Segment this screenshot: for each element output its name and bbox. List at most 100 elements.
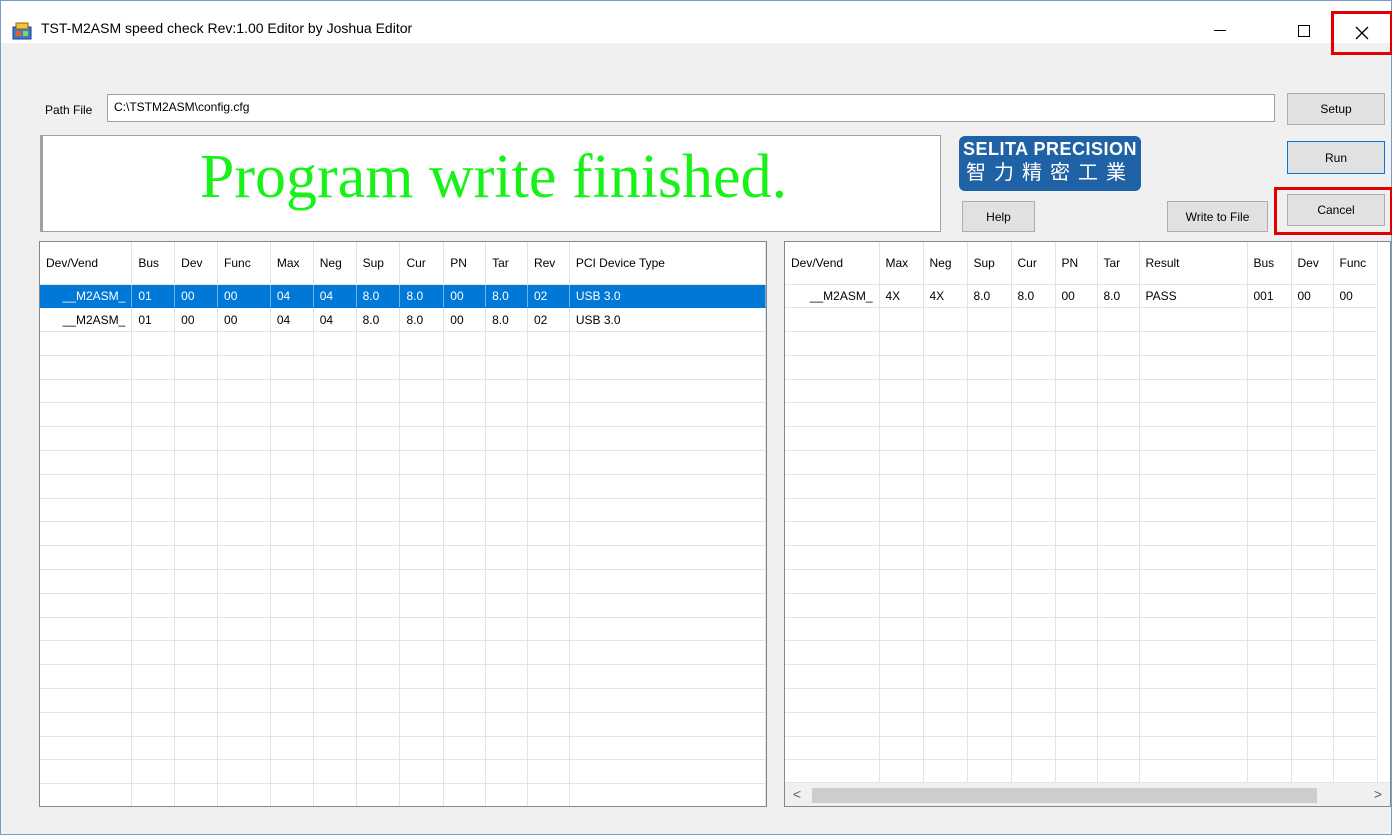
column-header[interactable]: Sup (967, 242, 1012, 285)
table-cell (174, 759, 219, 785)
table-cell (1247, 640, 1292, 666)
table-cell (1055, 521, 1098, 547)
scroll-right-arrow-icon[interactable]: > (1368, 786, 1388, 804)
column-header[interactable]: Neg (923, 242, 968, 285)
close-icon (1355, 26, 1369, 40)
table-cell: 04 (313, 284, 357, 309)
table-cell (131, 712, 176, 737)
result-grid[interactable]: Dev/Vend Max Neg Sup Cur PN Tar Result Bus Dev Fun… (785, 242, 1378, 785)
column-header[interactable]: Tar (1097, 242, 1140, 285)
column-header[interactable]: Bus (1247, 242, 1292, 285)
title-bar: TST-M2ASM speed check Rev:1.00 Editor by… (1, 1, 1392, 55)
setup-button[interactable]: Setup (1287, 93, 1385, 125)
empty-row (40, 569, 766, 594)
table-cell: 02 (527, 284, 570, 309)
table-cell (1247, 426, 1292, 452)
empty-row (785, 759, 1378, 785)
scrollbar-thumb[interactable] (812, 788, 1317, 803)
table-cell (1291, 688, 1334, 713)
table-cell: 8.0 (967, 284, 1012, 309)
table-cell (40, 402, 133, 428)
table-cell (313, 426, 357, 452)
column-header[interactable]: Dev (174, 242, 219, 285)
table-cell (356, 569, 401, 594)
scroll-left-arrow-icon[interactable]: < (787, 786, 807, 804)
table-cell (443, 759, 487, 785)
column-header[interactable]: Cur (1011, 242, 1056, 285)
table-cell (443, 450, 487, 475)
table-cell (1291, 593, 1334, 618)
maximize-icon (1298, 25, 1310, 37)
device-list-grid[interactable]: Dev/Vend Bus Dev Func Max Neg Sup Cur PN Tar Rev PC… (40, 242, 766, 806)
column-header[interactable]: Max (270, 242, 314, 285)
column-header[interactable]: Dev/Vend (785, 242, 880, 285)
table-cell (1097, 545, 1140, 571)
table-cell (967, 759, 1012, 785)
table-cell (217, 426, 271, 452)
table-cell (40, 331, 133, 356)
table-cell (1291, 712, 1334, 737)
table-cell (1247, 474, 1292, 499)
table-cell (785, 379, 880, 404)
cancel-button[interactable]: Cancel (1287, 194, 1385, 226)
table-row[interactable]: __M2ASM_ 01 00 00 04 04 8.0 8.0 00 8.0 02 USB 3.0 (40, 284, 766, 309)
empty-row (40, 736, 766, 761)
help-button[interactable]: Help (962, 201, 1035, 232)
write-to-file-button[interactable]: Write to File (1167, 201, 1268, 232)
table-cell (443, 331, 487, 356)
table-cell (443, 521, 487, 547)
table-cell (356, 664, 401, 690)
table-cell (1097, 426, 1140, 452)
table-cell (1055, 664, 1098, 690)
table-cell (1097, 474, 1140, 499)
table-cell (527, 545, 570, 571)
column-header[interactable]: Dev (1291, 242, 1334, 285)
horizontal-scrollbar[interactable]: < > (785, 782, 1390, 806)
table-cell (1097, 379, 1140, 404)
run-button[interactable]: Run (1287, 141, 1385, 174)
table-row[interactable]: __M2ASM_ 01 00 00 04 04 8.0 8.0 00 8.0 02 USB 3.0 (40, 307, 766, 333)
table-cell (356, 450, 401, 475)
table-cell (40, 379, 133, 404)
column-header[interactable]: Dev/Vend (40, 242, 133, 285)
device-list-table[interactable]: Dev/Vend Bus Dev Func Max Neg Sup Cur PN Tar Rev PC… (39, 241, 767, 807)
table-cell (1291, 569, 1334, 594)
column-header[interactable]: Tar (485, 242, 528, 285)
result-table[interactable]: Dev/Vend Max Neg Sup Cur PN Tar Result Bus Dev Fun… (784, 241, 1391, 807)
table-cell (356, 617, 401, 642)
column-header[interactable]: Func (1333, 242, 1378, 285)
column-header[interactable]: Bus (131, 242, 176, 285)
column-header[interactable]: Max (879, 242, 924, 285)
table-row[interactable]: __M2ASM_ 4X 4X 8.0 8.0 00 8.0 PASS 001 00 00 (785, 284, 1378, 309)
table-cell (1055, 545, 1098, 571)
empty-row (40, 355, 766, 380)
table-cell (527, 736, 570, 761)
minimize-button[interactable] (1197, 13, 1243, 49)
table-cell (967, 736, 1012, 761)
column-header[interactable]: PN (443, 242, 487, 285)
close-button[interactable] (1331, 11, 1392, 55)
column-header[interactable]: Rev (527, 242, 570, 285)
table-cell (270, 545, 314, 571)
table-cell (356, 545, 401, 571)
table-cell (1139, 593, 1248, 618)
column-header[interactable]: Cur (399, 242, 445, 285)
table-cell (174, 498, 219, 523)
table-cell (1247, 688, 1292, 713)
table-cell (1055, 307, 1098, 333)
column-header[interactable]: Func (217, 242, 271, 285)
column-header[interactable]: Result (1139, 242, 1248, 285)
column-header[interactable]: Neg (313, 242, 357, 285)
path-file-input[interactable]: C:\TSTM2ASM\config.cfg (107, 94, 1275, 122)
maximize-button[interactable] (1281, 13, 1327, 49)
column-header[interactable]: PN (1055, 242, 1098, 285)
table-cell (569, 569, 766, 594)
table-cell (356, 688, 401, 713)
table-cell (399, 664, 445, 690)
table-cell (1055, 640, 1098, 666)
table-cell (879, 736, 924, 761)
table-cell (270, 664, 314, 690)
column-header[interactable]: PCI Device Type (569, 242, 766, 285)
column-header[interactable]: Sup (356, 242, 401, 285)
table-cell (1333, 307, 1378, 333)
